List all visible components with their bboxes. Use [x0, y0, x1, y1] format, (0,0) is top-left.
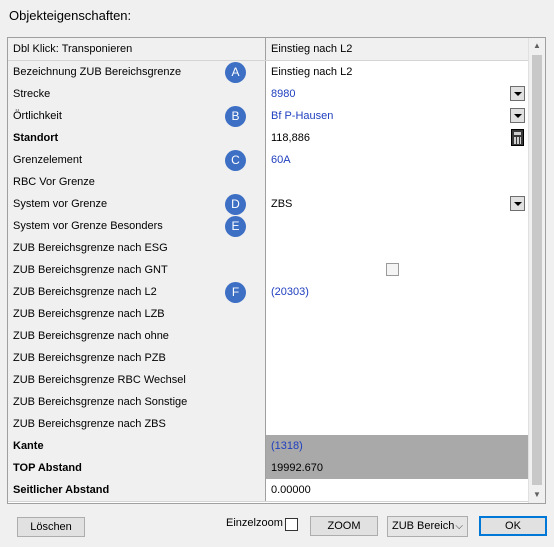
property-row-top-abstand[interactable]: TOP Abstand 19992.670 [8, 457, 528, 480]
property-row-strecke[interactable]: Strecke 8980 [8, 83, 528, 106]
zoom-target-select[interactable]: ZUB Bereich ⌵ [387, 516, 468, 537]
property-row-system-besonders[interactable]: System vor Grenze Besonders [8, 215, 528, 238]
lzb-value[interactable] [266, 303, 528, 325]
property-row-kante[interactable]: Kante (1318) [8, 435, 528, 458]
vertical-scrollbar[interactable]: ▲ ▼ [528, 38, 545, 503]
property-label: ZUB Bereichsgrenze nach ohne [8, 325, 266, 347]
property-label: Seitlicher Abstand [8, 479, 266, 501]
property-row-ohne[interactable]: ZUB Bereichsgrenze nach ohne [8, 325, 528, 348]
scroll-up-arrow-icon[interactable]: ▲ [529, 38, 545, 54]
property-label: ZUB Bereichsgrenze RBC Wechsel [8, 369, 266, 391]
system-besonders-value[interactable] [266, 215, 528, 237]
property-row-gnt[interactable]: ZUB Bereichsgrenze nach GNT [8, 259, 528, 282]
delete-button[interactable]: Löschen [17, 517, 85, 537]
oertlichkeit-text: Bf P-Hausen [271, 110, 334, 122]
property-row-l2[interactable]: ZUB Bereichsgrenze nach L2 (20303) [8, 281, 528, 304]
scrollbar-thumb[interactable] [532, 55, 542, 485]
property-row-rbc-wechsel[interactable]: ZUB Bereichsgrenze RBC Wechsel [8, 369, 528, 392]
standort-text: 118,886 [271, 132, 310, 144]
property-label: RBC Vor Grenze [8, 171, 266, 193]
property-label: ZUB Bereichsgrenze nach Sonstige [8, 391, 266, 413]
grenzelement-value[interactable]: 60A [266, 149, 528, 171]
property-row-rbc-vor-grenze[interactable]: RBC Vor Grenze [8, 171, 528, 194]
property-row-grenzelement[interactable]: Grenzelement 60A [8, 149, 528, 172]
property-label: ZUB Bereichsgrenze nach PZB [8, 347, 266, 369]
property-value[interactable]: Einstieg nach L2 [266, 38, 528, 60]
chevron-down-icon: ⌵ [455, 521, 463, 532]
gnt-value[interactable] [266, 259, 528, 281]
annotation-badge-b: B [225, 106, 246, 127]
kante-value: (1318) [266, 435, 528, 457]
property-row-zbs[interactable]: ZUB Bereichsgrenze nach ZBS [8, 413, 528, 436]
grid-header-row[interactable]: Dbl Klick: Transponieren Einstieg nach L… [8, 38, 528, 61]
strecke-text: 8980 [271, 88, 296, 100]
strecke-value[interactable]: 8980 [266, 83, 528, 105]
zbs-value[interactable] [266, 413, 528, 435]
system-vor-grenze-value[interactable]: ZBS [266, 193, 528, 215]
property-row-bezeichnung[interactable]: Bezeichnung ZUB Bereichsgrenze Einstieg … [8, 61, 528, 84]
rbc-vor-grenze-value[interactable] [266, 171, 528, 193]
bezeichnung-value[interactable]: Einstieg nach L2 [266, 61, 528, 83]
property-label: Kante [8, 435, 266, 457]
property-label: Dbl Klick: Transponieren [8, 38, 266, 60]
property-label: ZUB Bereichsgrenze nach ZBS [8, 413, 266, 435]
property-label: ZUB Bereichsgrenze nach ESG [8, 237, 266, 259]
system-vor-grenze-text: ZBS [271, 198, 293, 210]
annotation-badge-e: E [225, 216, 246, 237]
oertlichkeit-value[interactable]: Bf P-Hausen [266, 105, 528, 127]
sonstige-value[interactable] [266, 391, 528, 413]
property-row-oertlichkeit[interactable]: Örtlichkeit Bf P-Hausen [8, 105, 528, 128]
dialog-title: Objekteigenschaften: [9, 8, 132, 23]
esg-value[interactable] [266, 237, 528, 259]
standort-value[interactable]: 118,886 [266, 127, 528, 149]
zoom-target-select-value: ZUB Bereich [392, 520, 455, 532]
calculator-icon[interactable] [511, 129, 524, 146]
system-vor-grenze-dropdown-button[interactable] [510, 196, 525, 211]
annotation-badge-f: F [225, 282, 246, 303]
property-row-system-vor-grenze[interactable]: System vor Grenze ZBS [8, 193, 528, 216]
property-label: ZUB Bereichsgrenze nach LZB [8, 303, 266, 325]
top-abstand-value: 19992.670 [266, 457, 528, 479]
property-row-seitlicher-abstand[interactable]: Seitlicher Abstand 0.00000 [8, 479, 528, 502]
annotation-badge-a: A [225, 62, 246, 83]
l2-value[interactable]: (20303) [266, 281, 528, 303]
property-row-sonstige[interactable]: ZUB Bereichsgrenze nach Sonstige [8, 391, 528, 414]
scroll-down-arrow-icon[interactable]: ▼ [529, 487, 545, 503]
property-label: Strecke [8, 83, 266, 105]
property-row-standort[interactable]: Standort 118,886 [8, 127, 528, 150]
annotation-badge-d: D [225, 194, 246, 215]
zoom-button[interactable]: ZOOM [310, 516, 378, 536]
property-label: TOP Abstand [8, 457, 266, 479]
einzelzoom-label: Einzelzoom [226, 517, 283, 529]
rbc-wechsel-value[interactable] [266, 369, 528, 391]
ok-button[interactable]: OK [479, 516, 547, 536]
gnt-checkbox[interactable] [386, 263, 399, 276]
oertlichkeit-dropdown-button[interactable] [510, 108, 525, 123]
annotation-badge-c: C [225, 150, 246, 171]
property-row-pzb[interactable]: ZUB Bereichsgrenze nach PZB [8, 347, 528, 370]
property-row-lzb[interactable]: ZUB Bereichsgrenze nach LZB [8, 303, 528, 326]
property-grid[interactable]: Dbl Klick: Transponieren Einstieg nach L… [7, 37, 546, 504]
seitlicher-abstand-value[interactable]: 0.00000 [266, 479, 528, 501]
einzelzoom-checkbox[interactable] [285, 518, 298, 531]
strecke-dropdown-button[interactable] [510, 86, 525, 101]
property-label: Standort [8, 127, 266, 149]
property-row-esg[interactable]: ZUB Bereichsgrenze nach ESG [8, 237, 528, 260]
ohne-value[interactable] [266, 325, 528, 347]
pzb-value[interactable] [266, 347, 528, 369]
property-label: ZUB Bereichsgrenze nach GNT [8, 259, 266, 281]
